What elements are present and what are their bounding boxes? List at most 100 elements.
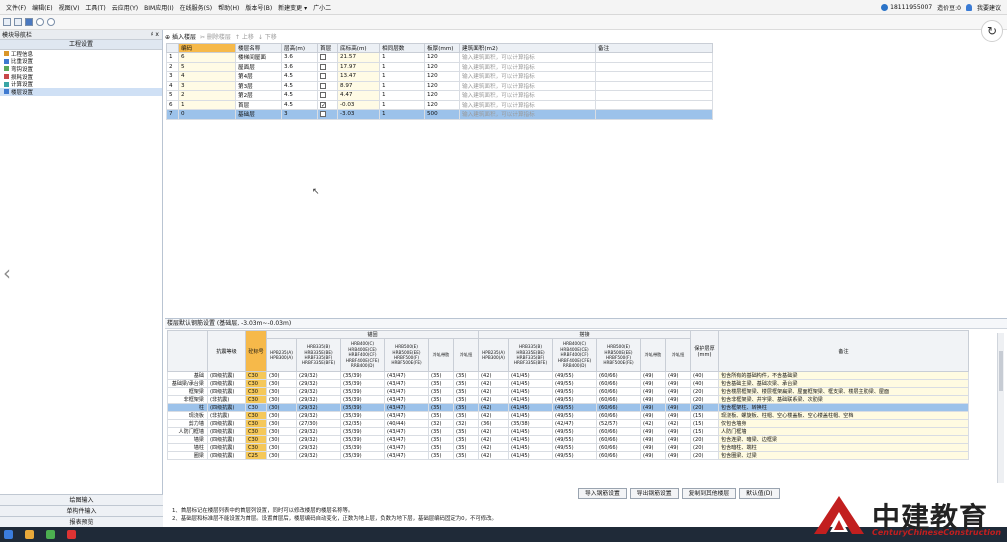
- rebar-value-cell[interactable]: (49): [665, 451, 691, 460]
- rebar-value-cell[interactable]: (49): [665, 403, 691, 412]
- move-down-button[interactable]: ↓ 下移: [258, 32, 277, 41]
- floor-cell[interactable]: [317, 71, 338, 82]
- delete-floor-button[interactable]: ✂ 删除楼层: [200, 32, 231, 41]
- floor-cell[interactable]: [595, 71, 713, 82]
- floor-cell[interactable]: [595, 109, 713, 120]
- rebar-note-cell[interactable]: 包含楼层框架梁、楼层框架扁梁、屋面框架梁、框支梁、楼层主肋梁、屋面: [718, 387, 969, 396]
- rebar-value-cell[interactable]: (35/39): [340, 371, 385, 380]
- menu-item[interactable]: 新建变更 ▾: [275, 3, 310, 12]
- rebar-seismic-cell[interactable]: (四级抗震): [207, 379, 246, 388]
- floor-cell[interactable]: 4.5: [281, 71, 318, 82]
- rebar-value-cell[interactable]: (29/32): [296, 443, 341, 452]
- floor-cell[interactable]: [317, 52, 338, 63]
- rebar-note-cell[interactable]: 包含连梁、暗梁、边框梁: [718, 435, 969, 444]
- rebar-value-cell[interactable]: (35): [453, 395, 479, 404]
- rebar-value-cell[interactable]: (30): [266, 371, 297, 380]
- rebar-cover-cell[interactable]: (40): [690, 379, 719, 388]
- rebar-value-cell[interactable]: (29/32): [296, 379, 341, 388]
- rebar-cover-cell[interactable]: (20): [690, 443, 719, 452]
- rebar-seismic-cell[interactable]: (四级抗震): [207, 443, 246, 452]
- rebar-value-cell[interactable]: (60/66): [596, 371, 641, 380]
- rebar-value-cell[interactable]: (30): [266, 419, 297, 428]
- rebar-value-cell[interactable]: (49): [665, 371, 691, 380]
- floor-cell[interactable]: 输入建筑面积，可以计算指标: [459, 99, 596, 110]
- rebar-value-cell[interactable]: (42): [665, 419, 691, 428]
- rebar-value-cell[interactable]: (35/39): [340, 427, 385, 436]
- rebar-concrete-cell[interactable]: C30: [245, 435, 267, 444]
- section-project-settings[interactable]: 工程设置: [0, 40, 162, 50]
- rebar-value-cell[interactable]: (29/32): [296, 451, 341, 460]
- rebar-value-cell[interactable]: (30): [266, 435, 297, 444]
- rebar-cover-cell[interactable]: (20): [690, 451, 719, 460]
- rebar-value-cell[interactable]: (36): [478, 419, 509, 428]
- rebar-note-cell[interactable]: 包含暗柱、端柱: [718, 443, 969, 452]
- rebar-note-cell[interactable]: 仅包含墙身: [718, 419, 969, 428]
- rebar-value-cell[interactable]: (43/47): [384, 387, 429, 396]
- rebar-concrete-cell[interactable]: C25: [245, 451, 267, 460]
- first-floor-checkbox[interactable]: [320, 63, 326, 70]
- rebar-value-cell[interactable]: (42): [478, 451, 509, 460]
- rebar-value-cell[interactable]: (43/47): [384, 403, 429, 412]
- export-rebar-button[interactable]: 导出钢筋设置: [629, 488, 679, 499]
- floor-cell[interactable]: [595, 52, 713, 63]
- rebar-value-cell[interactable]: (49/55): [552, 395, 597, 404]
- rebar-seismic-cell[interactable]: (四级抗震): [207, 435, 246, 444]
- rebar-value-cell[interactable]: (35/39): [340, 411, 385, 420]
- rebar-value-cell[interactable]: (32): [428, 419, 454, 428]
- rebar-value-cell[interactable]: (49): [640, 411, 666, 420]
- rebar-value-cell[interactable]: (49): [640, 379, 666, 388]
- floor-row[interactable]: 5 2 第2层 4.5 4.47 1 120 输入建筑面积，可以计算指标: [166, 90, 713, 101]
- floor-cell[interactable]: 13.47: [337, 71, 380, 82]
- rebar-value-cell[interactable]: (35): [428, 411, 454, 420]
- rebar-value-cell[interactable]: (49): [665, 427, 691, 436]
- rebar-value-cell[interactable]: (49/55): [552, 403, 597, 412]
- rebar-row[interactable]: 圈梁 (四级抗震) C25 (30) (29/32) (35/39) (43/47) (35)…: [167, 451, 969, 460]
- floor-row[interactable]: 3 4 第4层 4.5 13.47 1 120 输入建筑面积，可以计算指标: [166, 71, 713, 82]
- floor-row[interactable]: 1 6 楼梯间屋面 3.6 21.57 1 120 输入建筑面积，可以计算指标: [166, 52, 713, 63]
- rebar-value-cell[interactable]: (29/32): [296, 395, 341, 404]
- rebar-value-cell[interactable]: (49/55): [552, 435, 597, 444]
- floor-cell[interactable]: 首层: [235, 99, 282, 110]
- rebar-concrete-cell[interactable]: C30: [245, 419, 267, 428]
- rebar-value-cell[interactable]: (29/32): [296, 435, 341, 444]
- floor-cell[interactable]: 屋面层: [235, 61, 282, 72]
- rebar-concrete-cell[interactable]: C30: [245, 411, 267, 420]
- move-up-button[interactable]: ↑ 上移: [235, 32, 254, 41]
- floor-cell[interactable]: 1: [178, 99, 236, 110]
- floor-cell[interactable]: 4.47: [337, 90, 380, 101]
- rebar-value-cell[interactable]: (27/30): [296, 419, 341, 428]
- floor-cell[interactable]: -0.03: [337, 99, 380, 110]
- rebar-note-cell[interactable]: 包含所有的基础构件，不含基础梁: [718, 371, 969, 380]
- assistant-circle-icon[interactable]: ↻: [981, 20, 1003, 42]
- rebar-value-cell[interactable]: (30): [266, 451, 297, 460]
- floor-cell[interactable]: [595, 90, 713, 101]
- rebar-row[interactable]: 基础 (四级抗震) C30 (30) (29/32) (35/39) (43/47) (35)…: [167, 371, 969, 380]
- rebar-value-cell[interactable]: (41/45): [508, 379, 553, 388]
- menu-item[interactable]: 在线服务(S): [177, 3, 216, 12]
- rebar-value-cell[interactable]: (43/47): [384, 451, 429, 460]
- floor-cell[interactable]: 4.5: [281, 90, 318, 101]
- insert-floor-button[interactable]: ⊕ 插入楼层: [165, 32, 196, 41]
- menu-item[interactable]: 工具(T): [82, 3, 108, 12]
- floor-cell[interactable]: 输入建筑面积，可以计算指标: [459, 71, 596, 82]
- floor-cell[interactable]: 1: [379, 52, 425, 63]
- rebar-cover-cell[interactable]: (15): [690, 427, 719, 436]
- pin-icon[interactable]: ♯ x: [151, 31, 159, 38]
- floor-cell[interactable]: 120: [424, 80, 460, 91]
- first-floor-checkbox[interactable]: [320, 73, 326, 79]
- browser-icon[interactable]: [46, 530, 55, 539]
- rebar-value-cell[interactable]: (30): [266, 403, 297, 412]
- rebar-seismic-cell[interactable]: (四级抗震): [207, 371, 246, 380]
- rebar-value-cell[interactable]: (60/66): [596, 427, 641, 436]
- rebar-value-cell[interactable]: (42): [478, 371, 509, 380]
- rebar-value-cell[interactable]: (41/45): [508, 443, 553, 452]
- rebar-value-cell[interactable]: (29/32): [296, 427, 341, 436]
- undo-icon[interactable]: [36, 18, 44, 26]
- rebar-value-cell[interactable]: (49): [640, 395, 666, 404]
- floor-row[interactable]: 61首层4.5-0.031120输入建筑面积，可以计算指标: [166, 99, 713, 110]
- rebar-value-cell[interactable]: (35): [428, 427, 454, 436]
- rebar-value-cell[interactable]: (49/55): [552, 443, 597, 452]
- rebar-value-cell[interactable]: (29/32): [296, 387, 341, 396]
- floor-cell[interactable]: 1: [379, 71, 425, 82]
- first-floor-checkbox[interactable]: [320, 54, 326, 60]
